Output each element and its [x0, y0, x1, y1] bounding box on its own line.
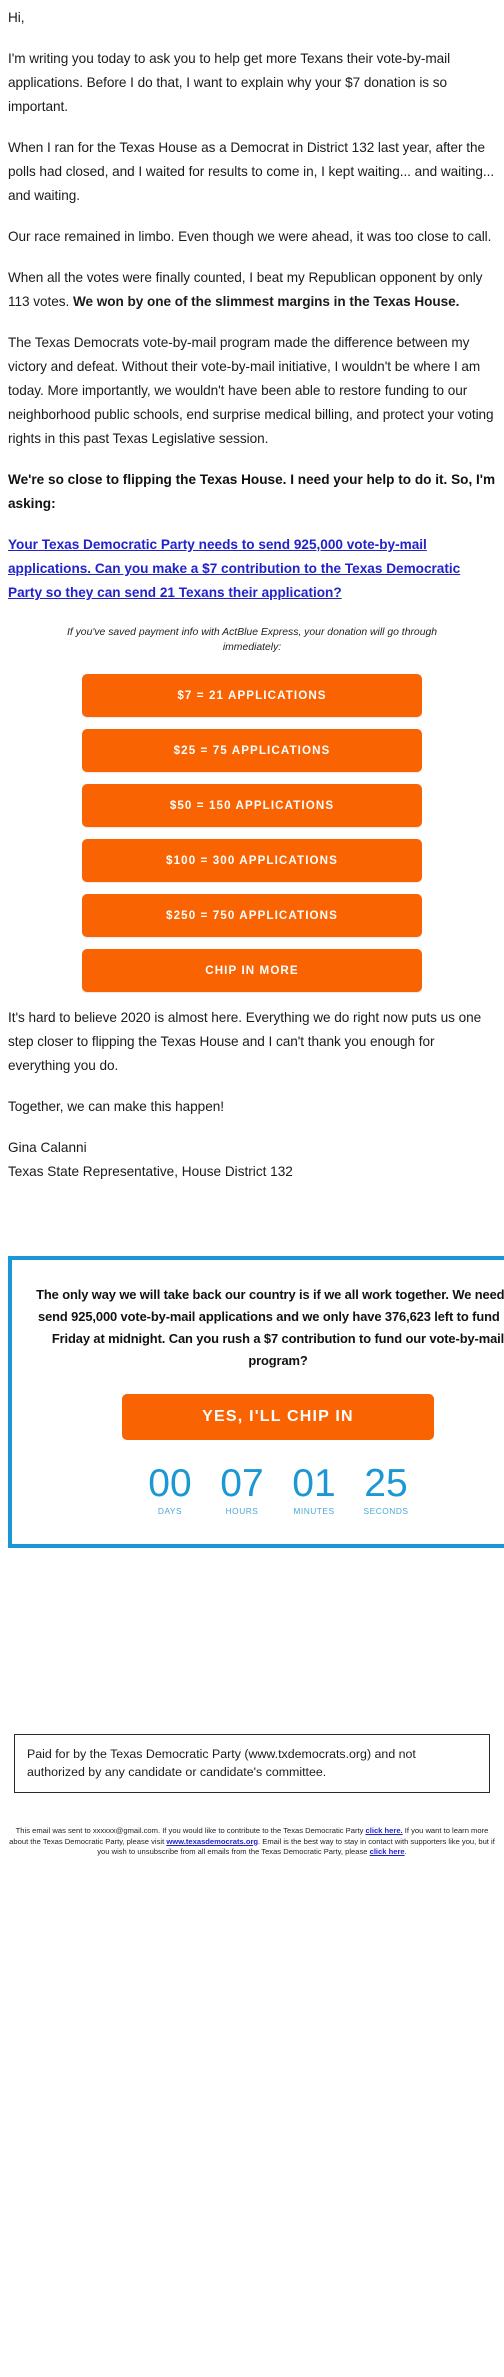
actblue-express-note: If you've saved payment info with ActBlu… — [66, 627, 438, 653]
countdown-days-value: 00 — [148, 1462, 192, 1505]
donate-button-50[interactable]: $50 = 150 APPLICATIONS — [82, 784, 422, 827]
countdown-seconds-value: 25 — [364, 1462, 408, 1505]
countdown-minutes-value: 01 — [292, 1462, 336, 1505]
donate-button-7[interactable]: $7 = 21 APPLICATIONS — [82, 674, 422, 717]
closing-paragraph: It's hard to believe 2020 is almost here… — [8, 1010, 482, 1073]
countdown-minutes-label: MINUTES — [293, 1506, 335, 1516]
donation-ask-link[interactable]: Your Texas Democratic Party needs to sen… — [8, 533, 496, 605]
countdown-seconds-label: SECONDS — [363, 1506, 409, 1516]
yes-ill-chip-in-button[interactable]: YES, I'LL CHIP IN — [122, 1394, 434, 1440]
countdown-unit-minutes: 01 MINUTES — [283, 1462, 345, 1517]
donate-button-100[interactable]: $100 = 300 APPLICATIONS — [82, 839, 422, 882]
paid-for-line-1: Paid for by the Texas Democratic Party (… — [27, 1747, 372, 1761]
paid-for-disclaimer: Paid for by the Texas Democratic Party (… — [14, 1734, 490, 1793]
countdown-callout-box: The only way we will take back our count… — [8, 1256, 504, 1548]
donate-button-chip-in-more[interactable]: CHIP IN MORE — [82, 949, 422, 992]
donation-button-stack: $7 = 21 APPLICATIONS $25 = 75 APPLICATIO… — [8, 674, 496, 992]
vote-margin-bold: We won by one of the slimmest margins in… — [72, 294, 460, 309]
spacer-above-disclaimer — [0, 1548, 504, 1734]
countdown-unit-seconds: 25 SECONDS — [355, 1462, 417, 1517]
countdown-timer: 00 DAYS 07 HOURS 01 MINUTES 25 SECONDS — [22, 1464, 504, 1522]
countdown-hours-value: 07 — [220, 1462, 264, 1505]
countdown-unit-days: 00 DAYS — [139, 1462, 201, 1517]
donate-button-25[interactable]: $25 = 75 APPLICATIONS — [82, 729, 422, 772]
vote-margin-paragraph: When all the votes were finally counted,… — [8, 266, 496, 314]
signature-title: Texas State Representative, House Distri… — [8, 1164, 293, 1179]
spacer-above-countdown — [0, 1184, 504, 1256]
intro-paragraph: I'm writing you today to ask you to help… — [8, 51, 451, 114]
countdown-hours-label: HOURS — [225, 1506, 259, 1516]
email-footer-fineprint: This email was sent to xxxxxx@gmail.com.… — [8, 1826, 496, 1858]
letter-content: Hi, I'm writing you today to ask you to … — [0, 0, 504, 1184]
signature-name: Gina Calanni — [8, 1140, 87, 1155]
signature-block: Gina Calanni Texas State Representative,… — [8, 1136, 496, 1184]
countdown-unit-hours: 07 HOURS — [211, 1462, 273, 1517]
fineprint-sent-to: This email was sent to xxxxxx@gmail.com.… — [15, 1826, 366, 1835]
donate-button-250[interactable]: $250 = 750 APPLICATIONS — [82, 894, 422, 937]
countdown-days-label: DAYS — [157, 1506, 183, 1516]
vbm-program-paragraph: The Texas Democrats vote-by-mail program… — [8, 335, 494, 446]
countdown-headline: The only way we will take back our count… — [36, 1287, 504, 1368]
fineprint-period: . — [404, 1847, 407, 1856]
together-paragraph: Together, we can make this happen! — [8, 1099, 224, 1114]
email-body: Hi, I'm writing you today to ask you to … — [0, 0, 504, 1858]
fineprint-unsubscribe-link[interactable]: click here — [370, 1847, 405, 1856]
flip-house-paragraph: We're so close to flipping the Texas Hou… — [8, 472, 496, 511]
limbo-paragraph: Our race remained in limbo. Even though … — [8, 229, 492, 244]
campaign-story-paragraph: When I ran for the Texas House as a Demo… — [8, 140, 495, 203]
greeting: Hi, — [8, 10, 25, 25]
fineprint-website-link[interactable]: www.texasdemocrats.org — [166, 1837, 258, 1846]
fineprint-contribute-link[interactable]: click here. — [366, 1826, 403, 1835]
spacer-above-fineprint — [0, 1793, 504, 1826]
